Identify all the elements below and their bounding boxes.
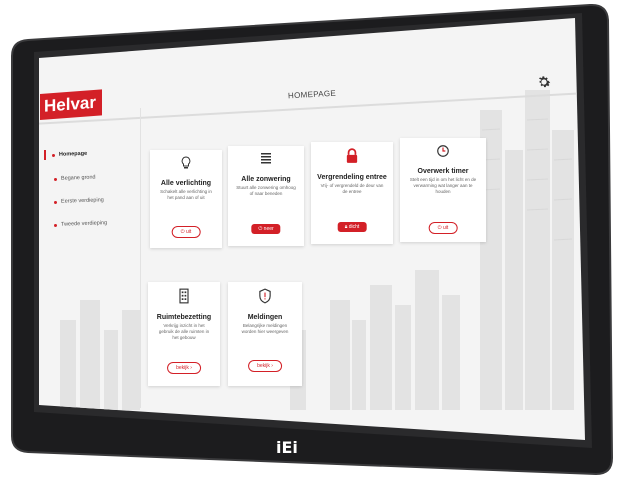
bullet-icon [53, 177, 58, 181]
timer-toggle-button[interactable]: ⏻ uit [428, 222, 458, 234]
card-title: Alle verlichting [160, 180, 212, 187]
card-alle-zonwering[interactable]: Alle zonwering Stuurt alle zonwering omh… [228, 146, 304, 246]
button-label: neer [263, 226, 274, 232]
iei-brand-logo: iEi [276, 438, 298, 457]
power-icon: ⏻ [437, 225, 442, 231]
button-label: uit [443, 225, 449, 231]
lightbulb-icon [181, 156, 191, 169]
sidebar-active-indicator [44, 150, 46, 160]
card-title: Meldingen [247, 314, 283, 321]
blinds-icon [261, 153, 271, 164]
card-meldingen[interactable]: Meldingen Belangrijke meldingen worden h… [228, 282, 302, 386]
sidebar-item-label: Homepage [58, 150, 88, 158]
card-alle-verlichting[interactable]: Alle verlichting Schakelt alle verlichti… [150, 150, 222, 248]
lock-icon [346, 148, 358, 163]
card-description: Stuurt alle zonwering omhoog of naar ben… [236, 185, 296, 196]
sidebar-item-label: Begane grond [60, 174, 96, 182]
button-label: bekijk [257, 363, 270, 369]
card-title: Alle zonwering [241, 176, 291, 183]
card-title: Overwerk timer [417, 168, 469, 175]
card-vergrendeling-entree[interactable]: Vergrendeling entree Vrij- of vergrendel… [311, 142, 393, 244]
button-label: dicht [348, 224, 360, 230]
card-description: Schakelt alle verlichting in het pand aa… [160, 189, 212, 200]
clock-icon [437, 145, 449, 157]
card-title: Ruimtebezetting [156, 314, 212, 321]
chevron-right-icon: › [271, 363, 273, 369]
card-description: Vrij- of vergrendeld de deur van de entr… [320, 183, 384, 194]
occupancy-view-button[interactable]: bekijk › [167, 362, 201, 374]
blinds-toggle-button[interactable]: ⏻ neer [251, 224, 281, 234]
power-icon: ⏻ [258, 226, 263, 232]
lock-toggle-button[interactable]: 🔒︎ dicht [337, 222, 367, 232]
bullet-icon [51, 153, 56, 157]
card-description: Verkrijg inzicht in het gebruik de alle … [158, 323, 210, 340]
button-label: bekijk [176, 365, 189, 371]
shield-alert-icon [259, 288, 271, 304]
helvar-logo: Helvar [40, 89, 102, 120]
card-description: Belangrijke meldingen worden hier weerge… [241, 323, 289, 334]
sidebar-item-homepage[interactable]: Homepage [51, 150, 88, 158]
bullet-icon [53, 223, 58, 227]
card-title: Vergrendeling entree [317, 174, 387, 181]
chevron-right-icon: › [190, 365, 192, 371]
button-label: uit [186, 229, 192, 235]
card-overwerk-timer[interactable]: Overwerk timer Stelt een tijd in om het … [400, 138, 486, 242]
power-icon: ⏻ [180, 229, 185, 235]
lock-small-icon: 🔒︎ [344, 224, 348, 230]
gear-icon[interactable] [536, 74, 552, 90]
building-icon [179, 288, 189, 304]
card-description: Stelt een tijd in om het licht en de ver… [409, 177, 477, 194]
bullet-icon [53, 200, 58, 204]
card-ruimtebezetting[interactable]: Ruimtebezetting Verkrijg inzicht in het … [148, 282, 220, 386]
lighting-toggle-button[interactable]: ⏻ uit [171, 226, 201, 238]
notifications-view-button[interactable]: bekijk › [248, 360, 282, 372]
tablet-device: Helvar HOMEPAGE Homepage Begane grond Ee… [0, 0, 624, 487]
